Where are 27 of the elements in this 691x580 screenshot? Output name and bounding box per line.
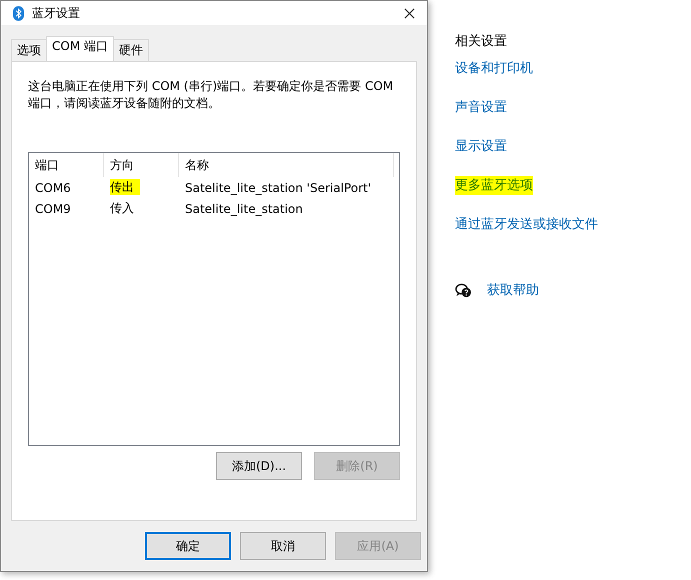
dialog-button[interactable]: 确定 <box>145 532 231 560</box>
column-header[interactable]: 方向 <box>104 153 179 177</box>
table-cell-text: Satelite_lite_station 'SerialPort' <box>184 180 372 194</box>
table-cell-text: COM6 <box>34 180 72 194</box>
tab[interactable]: 硬件 <box>113 39 149 61</box>
close-icon[interactable] <box>404 8 415 18</box>
bluetooth-icon <box>13 6 24 20</box>
settings-link[interactable]: 通过蓝牙发送或接收文件 <box>455 215 598 234</box>
section-heading: 相关设置 <box>455 33 508 50</box>
settings-link[interactable]: 显示设置 <box>455 137 507 156</box>
table-cell-text: Satelite_lite_station <box>184 202 304 216</box>
help-chat-icon <box>455 283 472 298</box>
table-cell: 传出 <box>110 179 140 195</box>
table-cell-text: 传入 <box>110 200 135 216</box>
column-header[interactable]: 名称 <box>179 153 394 177</box>
column-header[interactable]: 端口 <box>29 153 104 177</box>
settings-link[interactable]: 更多蓝牙选项 <box>455 176 533 195</box>
dialog-button[interactable]: 取消 <box>240 532 326 560</box>
description-text: 这台电脑正在使用下列 COM (串行)端口。若要确定你是否需要 COM 端口，请阅读蓝牙设备随附的文档。 <box>28 78 394 112</box>
tab[interactable]: COM 端口 <box>46 36 114 61</box>
settings-link[interactable]: 声音设置 <box>455 98 507 117</box>
window-title: 蓝牙设置 <box>32 4 81 22</box>
settings-link[interactable]: 设备和打印机 <box>455 59 533 78</box>
add-button[interactable]: 添加(D)... <box>216 452 302 480</box>
table-cell-text: COM9 <box>34 202 72 216</box>
tab[interactable]: 选项 <box>11 39 47 61</box>
help-link[interactable]: 获取帮助 <box>487 281 539 300</box>
